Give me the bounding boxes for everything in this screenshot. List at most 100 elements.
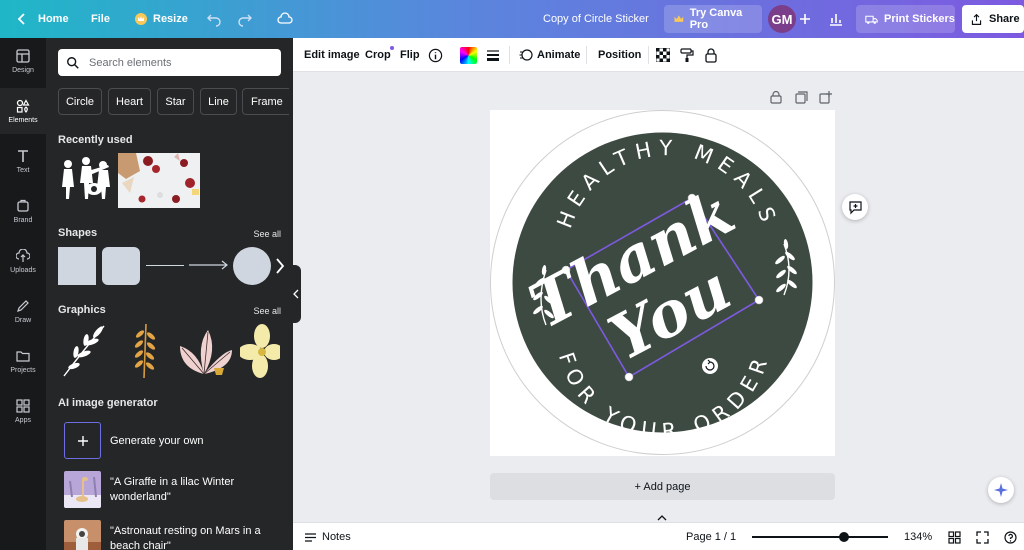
- chip-label: Line: [208, 95, 229, 108]
- circle-shape[interactable]: [233, 247, 271, 285]
- chip-star[interactable]: Star: [157, 88, 194, 115]
- add-page-button[interactable]: + Add page: [490, 473, 835, 500]
- chevron-right-icon[interactable]: [274, 255, 286, 277]
- circle-sticker-design[interactable]: HEALTHY MEALS FOR YOUR ORDER Thank You: [490, 110, 835, 456]
- notes-button[interactable]: Notes: [304, 523, 351, 550]
- ornaments-photo[interactable]: [118, 153, 200, 208]
- rail-item-apps[interactable]: Apps: [0, 388, 46, 434]
- chip-circle[interactable]: Circle: [58, 88, 102, 115]
- document-title-text: Copy of Circle Sticker: [543, 13, 649, 25]
- zoom-level[interactable]: 134%: [904, 523, 932, 550]
- band-silhouette-graphic[interactable]: [58, 153, 114, 205]
- grid-view-button[interactable]: [948, 523, 961, 550]
- try-pro-button[interactable]: Try Canva Pro: [664, 5, 762, 33]
- undo-button[interactable]: [206, 0, 222, 38]
- generate-own-label[interactable]: Generate your own: [110, 434, 270, 449]
- sparkle-icon: [994, 483, 1008, 497]
- search-placeholder: Search elements: [89, 56, 172, 69]
- print-stickers-button[interactable]: Print Stickers: [856, 5, 955, 33]
- duplicate-page-icon[interactable]: [795, 91, 808, 104]
- add-page-icon[interactable]: [819, 91, 832, 104]
- chevron-up-icon[interactable]: [656, 514, 668, 522]
- astronaut-thumbnail[interactable]: [64, 520, 101, 550]
- golden-wheat-graphic[interactable]: [124, 322, 164, 380]
- magic-assistant-button[interactable]: [988, 477, 1014, 503]
- canvas-page[interactable]: HEALTHY MEALS FOR YOUR ORDER Thank You: [490, 110, 835, 456]
- rounded-square-shape[interactable]: [102, 247, 140, 285]
- chip-frame[interactable]: Frame: [242, 88, 289, 115]
- info-button[interactable]: [428, 38, 443, 72]
- zoom-slider-track[interactable]: [752, 536, 888, 538]
- arrow-line-shape[interactable]: [188, 258, 230, 272]
- zoom-slider-thumb[interactable]: [839, 532, 849, 542]
- help-button[interactable]: [1004, 523, 1017, 550]
- context-toolbar: Edit image Crop Flip Animate Position: [293, 38, 1024, 72]
- page-indicator[interactable]: Page 1 / 1: [686, 523, 736, 550]
- search-input[interactable]: Search elements: [58, 49, 281, 76]
- try-pro-label: Try Canva Pro: [689, 7, 743, 31]
- chevron-left-icon: [293, 289, 299, 299]
- rail-label: Apps: [15, 416, 31, 424]
- border-style-button[interactable]: [486, 38, 500, 72]
- home-button[interactable]: Home: [14, 0, 69, 38]
- avatar[interactable]: GM: [768, 5, 796, 33]
- redo-button[interactable]: [237, 0, 253, 38]
- recently-used-title: Recently used: [58, 134, 133, 146]
- white-branch-graphic[interactable]: [58, 322, 110, 380]
- avatar-initials: GM: [771, 11, 793, 27]
- resize-handle[interactable]: [754, 295, 764, 305]
- edit-image-label: Edit image: [304, 49, 360, 61]
- file-menu[interactable]: File: [91, 0, 110, 38]
- ai-prompt-giraffe[interactable]: "A Giraffe in a lilac Winter wonderland": [110, 475, 270, 505]
- rail-item-projects[interactable]: Projects: [0, 338, 46, 384]
- zoom-level-text: 134%: [904, 531, 933, 543]
- rotate-handle[interactable]: [702, 358, 718, 374]
- cloud-save-button[interactable]: [277, 0, 293, 38]
- crown-icon: [674, 15, 684, 22]
- collapse-panel-handle[interactable]: [291, 265, 301, 323]
- animate-label: Animate: [537, 49, 581, 61]
- transparency-button[interactable]: [656, 38, 670, 72]
- folder-icon: [16, 350, 30, 362]
- rail-item-brand[interactable]: Brand: [0, 188, 46, 234]
- yellow-flower-graphic[interactable]: [240, 322, 280, 380]
- rail-item-design[interactable]: Design: [0, 38, 46, 84]
- line-shape[interactable]: [146, 265, 184, 266]
- shapes-see-all-link[interactable]: See all: [253, 229, 281, 239]
- giraffe-thumbnail[interactable]: [64, 471, 101, 508]
- chip-heart[interactable]: Heart: [108, 88, 151, 115]
- chip-line[interactable]: Line: [200, 88, 237, 115]
- share-button[interactable]: Share: [962, 5, 1024, 33]
- rail-item-elements[interactable]: Elements: [0, 88, 46, 134]
- chip-label: Heart: [116, 95, 143, 108]
- rail-item-text[interactable]: Text: [0, 138, 46, 184]
- info-icon: [428, 48, 443, 62]
- edit-image-button[interactable]: Edit image: [304, 38, 360, 72]
- ai-prompt-astronaut[interactable]: "Astronaut resting on Mars in a beach ch…: [110, 524, 270, 550]
- copy-style-button[interactable]: [680, 38, 694, 72]
- share-label: Share: [989, 13, 1020, 25]
- analytics-button[interactable]: [828, 0, 844, 38]
- lock-page-icon[interactable]: [770, 91, 782, 104]
- color-picker-button[interactable]: [460, 38, 477, 72]
- resize-label: Resize: [153, 13, 188, 25]
- resize-button[interactable]: Resize: [133, 0, 188, 38]
- position-button[interactable]: Position: [598, 38, 641, 72]
- apps-icon: [16, 398, 30, 413]
- pink-leaves-graphic[interactable]: [174, 328, 234, 380]
- square-shape[interactable]: [58, 247, 96, 285]
- rail-item-draw[interactable]: Draw: [0, 288, 46, 334]
- rail-item-uploads[interactable]: Uploads: [0, 238, 46, 284]
- lock-button[interactable]: [704, 38, 718, 72]
- comment-button[interactable]: [842, 194, 868, 220]
- upload-icon: [16, 248, 30, 262]
- animate-button[interactable]: Animate: [519, 38, 580, 72]
- graphics-see-all-link[interactable]: See all: [253, 306, 281, 316]
- add-page-label: + Add page: [634, 480, 691, 493]
- invite-button[interactable]: [797, 0, 813, 38]
- fullscreen-button[interactable]: [976, 523, 989, 550]
- generate-button[interactable]: [64, 422, 101, 459]
- flip-button[interactable]: Flip: [400, 38, 420, 72]
- crop-button[interactable]: Crop: [365, 38, 394, 72]
- document-title[interactable]: Copy of Circle Sticker: [543, 0, 649, 38]
